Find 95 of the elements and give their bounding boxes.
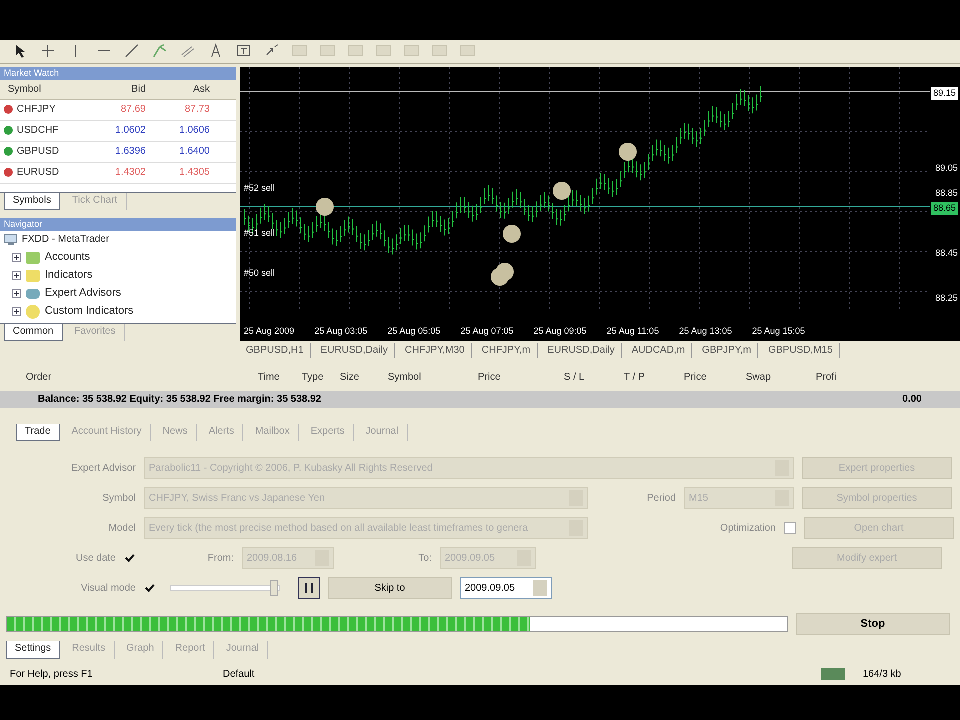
price-label: 89.05 — [935, 162, 958, 175]
column-header[interactable]: Symbol — [0, 82, 92, 97]
column-header[interactable]: Profi — [816, 370, 876, 385]
tree-item[interactable]: Indicators — [45, 267, 93, 284]
crosshair-icon[interactable] — [40, 43, 56, 60]
column-header[interactable]: Ask — [150, 82, 214, 97]
chart-tab[interactable]: GBPUSD,H1 — [240, 342, 311, 358]
price-label: 88.25 — [935, 292, 958, 305]
panel-header: Navigator — [0, 218, 236, 230]
tab[interactable]: Symbols — [4, 192, 60, 210]
field-label: Period — [646, 492, 676, 506]
field-label: Optimization — [719, 522, 776, 536]
column-header[interactable]: Size — [340, 370, 388, 385]
symbol-cell[interactable]: CHFJPY — [17, 102, 56, 118]
panel-header: Market Watch — [0, 66, 236, 80]
column-header[interactable]: Time — [258, 370, 302, 385]
field-label: Expert Advisor — [70, 462, 136, 476]
column-header[interactable]: Price — [684, 370, 746, 385]
column-header[interactable]: Type — [302, 370, 340, 385]
order-marker[interactable] — [316, 198, 334, 216]
time-label: 25 Aug 11:05 — [606, 325, 660, 338]
bid-cell-text: 1.4302 — [114, 166, 147, 180]
dropdown[interactable]: 2009.09.05 — [460, 577, 552, 599]
symbol-cell[interactable]: EURUSD — [17, 165, 60, 180]
bid-cell-text: 87.69 — [120, 103, 147, 118]
price-label: 89.15 — [931, 86, 958, 100]
column-header[interactable]: Order — [26, 370, 258, 385]
field-label: Use date — [74, 552, 116, 566]
balance-text: Balance: 35 538.92 Equity: 35 538.92 Free margin: 35 538.92 — [38, 392, 322, 407]
trendline-icon[interactable] — [124, 43, 140, 60]
ask-cell-text: 1.4305 — [178, 166, 211, 180]
field-label: Model — [108, 522, 136, 536]
price-label: 88.45 — [935, 246, 958, 260]
order-marker[interactable] — [553, 182, 571, 200]
bid-cell-text: 1.0602 — [114, 124, 147, 138]
bid-cell-text: 1.6396 — [114, 145, 147, 160]
chart-tab[interactable]: EURUSD,Daily — [314, 342, 396, 358]
ask-cell-text: 1.6400 — [178, 145, 211, 160]
profit-text: 0.00 — [902, 392, 922, 407]
tab[interactable]: Trade — [16, 424, 60, 441]
tree-item[interactable]: Accounts — [45, 249, 90, 266]
price-label: 88.85 — [935, 186, 958, 200]
order-marker[interactable] — [491, 268, 509, 286]
expand-icon[interactable] — [12, 253, 21, 262]
chart-tab[interactable]: GBPJPY,m — [696, 342, 758, 358]
field-label: Symbol — [102, 492, 136, 506]
field-label: To: — [418, 552, 432, 566]
trade-label: #50 sell — [244, 266, 276, 280]
ask-cell-text: 1.0606 — [178, 124, 211, 138]
column-header[interactable]: Bid — [92, 82, 150, 97]
status-text: Default — [223, 668, 256, 682]
price-label: 88.65 — [931, 202, 958, 216]
column-header[interactable]: Price — [478, 370, 564, 385]
trade-label: #51 sell — [244, 226, 276, 240]
status-text: For Help, press F1 — [10, 668, 94, 682]
chart-tab[interactable]: CHFJPY,m — [476, 342, 538, 358]
order-marker[interactable] — [619, 142, 637, 161]
computer-icon[interactable] — [4, 234, 18, 246]
time-label: 25 Aug 05:05 — [388, 325, 441, 338]
tab[interactable]: Common — [4, 324, 63, 340]
symbol-cell[interactable]: USDCHF — [17, 123, 59, 138]
ask-cell-text: 87.73 — [184, 103, 211, 118]
column-header[interactable]: S / L — [564, 370, 624, 385]
time-label: 25 Aug 03:05 — [314, 325, 368, 338]
button[interactable]: Skip to — [328, 577, 452, 599]
pause-button-icon[interactable] — [298, 577, 320, 599]
field-label: Visual mode — [80, 582, 136, 596]
label-icon[interactable] — [236, 43, 252, 60]
tree-item[interactable]: Custom Indicators — [45, 303, 134, 320]
expand-icon[interactable] — [12, 307, 21, 316]
time-label: 25 Aug 13:05 — [679, 325, 732, 338]
time-label: 25 Aug 2009 — [244, 325, 295, 338]
chart-tab[interactable]: GBPUSD,M15 — [762, 342, 840, 358]
expand-icon[interactable] — [12, 271, 21, 280]
field-label: From: — [206, 552, 234, 566]
symbol-cell[interactable]: GBPUSD — [17, 144, 60, 160]
time-label: 25 Aug 15:05 — [752, 325, 806, 338]
column-header[interactable]: Swap — [746, 370, 816, 385]
time-label: 25 Aug 09:05 — [534, 325, 587, 338]
status-text: 164/3 kb — [863, 668, 902, 682]
column-header[interactable]: T / P — [624, 370, 684, 385]
time-label: 25 Aug 07:05 — [460, 325, 514, 338]
chart-tab[interactable]: EURUSD,Daily — [542, 342, 622, 358]
button[interactable]: Stop — [796, 613, 950, 635]
order-marker[interactable] — [503, 224, 521, 243]
trade-label: #52 sell — [244, 182, 276, 195]
slider-thumb[interactable] — [270, 580, 278, 596]
checkbox[interactable] — [784, 522, 796, 534]
chart-tab[interactable]: CHFJPY,M30 — [399, 342, 472, 358]
tree-item[interactable]: Expert Advisors — [45, 285, 122, 302]
column-header[interactable]: Symbol — [388, 370, 478, 385]
tree-item[interactable]: FXDD - MetaTrader — [22, 232, 110, 247]
tab[interactable]: Settings — [6, 641, 60, 659]
chart-tab[interactable]: AUDCAD,m — [626, 342, 692, 358]
expand-icon[interactable] — [12, 289, 21, 298]
